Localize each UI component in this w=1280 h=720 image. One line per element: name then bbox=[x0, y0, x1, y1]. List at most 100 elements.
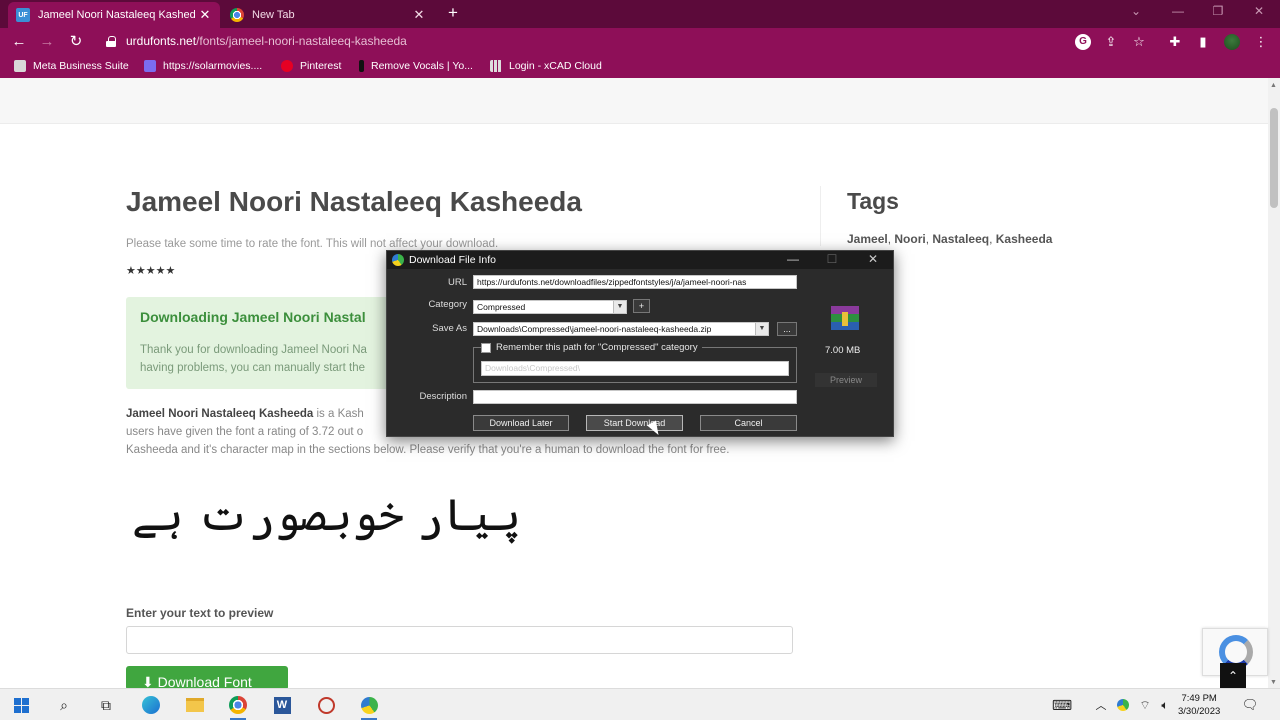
idm-tray-icon[interactable] bbox=[1113, 695, 1133, 715]
menu-dots-icon[interactable]: ⋮ bbox=[1253, 34, 1269, 50]
remember-path-checkbox[interactable]: Remember this path for "Compressed" cate… bbox=[481, 342, 702, 353]
share-icon[interactable]: ⇪ bbox=[1103, 34, 1119, 50]
download-font-button[interactable]: ⬇ Download Font bbox=[126, 666, 288, 690]
url-host: urdufonts.net bbox=[126, 34, 197, 48]
reload-icon[interactable]: ↻ bbox=[66, 32, 86, 52]
alert-title: Downloading Jameel Noori Nastal bbox=[140, 309, 366, 325]
sidebar-divider bbox=[820, 186, 821, 246]
lock-icon[interactable] bbox=[106, 36, 116, 47]
tab-new-tab[interactable]: New Tab ✕ bbox=[222, 2, 434, 28]
chrome-icon bbox=[230, 8, 244, 22]
url-field[interactable]: https://urdufonts.net/downloadfiles/zipp… bbox=[473, 275, 797, 289]
bookmark-star-icon[interactable]: ☆ bbox=[1131, 34, 1147, 50]
chrome-taskbar-icon[interactable] bbox=[228, 695, 248, 720]
notifications-icon[interactable]: 🗨︎ bbox=[1240, 695, 1260, 715]
tag-link[interactable]: Jameel bbox=[847, 232, 888, 246]
bookmark-pinterest[interactable]: Pinterest bbox=[281, 60, 341, 72]
close-tab-icon[interactable]: ✕ bbox=[198, 7, 212, 23]
category-select[interactable]: Compressed ▼ bbox=[473, 300, 627, 314]
show-hidden-icons[interactable]: ︿ bbox=[1091, 695, 1111, 715]
forward-arrow-icon[interactable]: → bbox=[37, 32, 57, 52]
urdufonts-favicon-icon: UF bbox=[16, 8, 30, 22]
maximize-icon: ☐ bbox=[826, 252, 838, 266]
google-icon[interactable]: G bbox=[1075, 34, 1091, 50]
bookmark-label: Meta Business Suite bbox=[33, 60, 129, 72]
bookmark-meta-business-suite[interactable]: Meta Business Suite bbox=[14, 60, 129, 72]
add-category-button[interactable]: + bbox=[633, 299, 650, 313]
dialog-title: Download File Info bbox=[409, 254, 496, 266]
bookmark-label: Login - xCAD Cloud bbox=[509, 60, 602, 72]
scroll-thumb[interactable] bbox=[1270, 108, 1278, 208]
save-as-select[interactable]: Downloads\Compressed\jameel-noori-nastal… bbox=[473, 322, 769, 336]
checkbox[interactable] bbox=[481, 342, 491, 353]
new-tab-button[interactable]: + bbox=[444, 4, 462, 22]
clock-time: 7:49 PM bbox=[1181, 693, 1217, 704]
tags-title: Tags bbox=[847, 188, 899, 214]
address-bar[interactable]: urdufonts.net/fonts/jameel-noori-nastale… bbox=[126, 34, 407, 48]
tag-link[interactable]: Nastaleeq bbox=[932, 232, 989, 246]
save-as-label: Save As bbox=[432, 323, 467, 334]
star-rating[interactable]: ★★★★★ bbox=[126, 264, 175, 277]
tag-link[interactable]: Noori bbox=[894, 232, 925, 246]
bookmark-label: https://solarmovies.... bbox=[163, 60, 263, 72]
chevron-down-icon: ▼ bbox=[755, 323, 768, 335]
start-button[interactable] bbox=[11, 695, 31, 715]
font-name: Jameel Noori Nastaleeq Kasheeda bbox=[126, 408, 314, 420]
browse-button[interactable]: ... bbox=[777, 322, 797, 336]
word-icon[interactable]: W bbox=[272, 695, 292, 715]
side-panel-icon[interactable]: ▮ bbox=[1195, 34, 1211, 50]
bookmark-solarmovies[interactable]: https://solarmovies.... bbox=[144, 60, 262, 72]
close-tab-icon[interactable]: ✕ bbox=[412, 7, 426, 23]
grid-icon bbox=[490, 60, 502, 72]
start-download-button[interactable]: Start Download bbox=[586, 415, 683, 431]
windows-taskbar: ⌕ ⧉ W ⌨ ︿ ⌔ 🔈︎ 7:49 PM 3/30/2023 🗨︎ bbox=[0, 688, 1280, 720]
edge-icon[interactable] bbox=[141, 695, 161, 715]
restore-window-icon[interactable]: ❐ bbox=[1208, 4, 1228, 18]
preview-text-input[interactable] bbox=[126, 626, 793, 654]
font-description: Kasheeda and it's character map in the s… bbox=[126, 444, 730, 456]
bookmark-remove-vocals[interactable]: Remove Vocals | Yo... bbox=[359, 60, 473, 72]
back-to-top-button[interactable]: ⌃ bbox=[1220, 663, 1246, 689]
task-view-icon[interactable]: ⧉ bbox=[96, 695, 116, 715]
solarmovies-icon bbox=[144, 60, 156, 72]
page-title: Jameel Noori Nastaleeq Kasheeda bbox=[126, 186, 582, 217]
minimize-icon[interactable]: — bbox=[785, 252, 801, 266]
tab-strip: UF Jameel Noori Nastaleeq Kashed ✕ New T… bbox=[0, 0, 1280, 28]
description-field[interactable] bbox=[473, 390, 797, 404]
download-later-button[interactable]: Download Later bbox=[473, 415, 569, 431]
bookmark-xcad-cloud[interactable]: Login - xCAD Cloud bbox=[490, 60, 602, 72]
dialog-title-bar[interactable]: Download File Info — ☐ ✕ bbox=[387, 251, 893, 269]
file-explorer-icon[interactable] bbox=[185, 695, 205, 715]
idm-taskbar-icon[interactable] bbox=[359, 695, 379, 720]
keyboard-icon[interactable]: ⌨ bbox=[1052, 695, 1072, 715]
font-description: Jameel Noori Nastaleeq Kasheeda is a Kas… bbox=[126, 408, 364, 420]
tab-label: Jameel Noori Nastaleeq Kashed bbox=[38, 9, 196, 21]
close-window-icon[interactable]: ✕ bbox=[1249, 4, 1269, 18]
url-path: /fonts/jameel-noori-nastaleeq-kasheeda bbox=[196, 34, 407, 48]
browser-toolbar: ← → ↻ urdufonts.net/fonts/jameel-noori-n… bbox=[0, 28, 1280, 56]
extensions-puzzle-icon[interactable]: ✚ bbox=[1167, 34, 1183, 50]
volume-icon[interactable]: 🔈︎ bbox=[1155, 695, 1175, 715]
windows-logo-icon bbox=[13, 697, 29, 713]
minimize-window-icon[interactable]: — bbox=[1168, 4, 1188, 18]
tag-link[interactable]: Kasheeda bbox=[996, 232, 1053, 246]
scroll-down-arrow-icon[interactable]: ▼ bbox=[1270, 679, 1277, 686]
search-icon[interactable]: ⌕ bbox=[54, 695, 74, 715]
scroll-up-arrow-icon[interactable]: ▲ bbox=[1270, 82, 1277, 89]
desc-text: is a Kash bbox=[313, 408, 364, 420]
profile-avatar[interactable] bbox=[1224, 34, 1240, 50]
back-arrow-icon[interactable]: ← bbox=[9, 32, 29, 52]
system-clock[interactable]: 7:49 PM 3/30/2023 bbox=[1178, 692, 1220, 718]
close-icon[interactable]: ✕ bbox=[865, 252, 881, 266]
wifi-icon[interactable]: ⌔ bbox=[1135, 695, 1155, 715]
pinterest-icon bbox=[281, 60, 293, 72]
category-label: Category bbox=[428, 299, 467, 310]
app-icon[interactable] bbox=[316, 695, 336, 715]
page-scrollbar[interactable]: ▲ ▼ bbox=[1268, 78, 1280, 688]
description-label: Description bbox=[419, 391, 467, 402]
cancel-button[interactable]: Cancel bbox=[700, 415, 797, 431]
tab-urdufonts[interactable]: UF Jameel Noori Nastaleeq Kashed ✕ bbox=[8, 2, 220, 28]
alert-text: having problems, you can manually start … bbox=[140, 362, 366, 374]
file-size: 7.00 MB bbox=[825, 345, 861, 356]
tab-search-icon[interactable]: ⌄ bbox=[1126, 4, 1146, 18]
